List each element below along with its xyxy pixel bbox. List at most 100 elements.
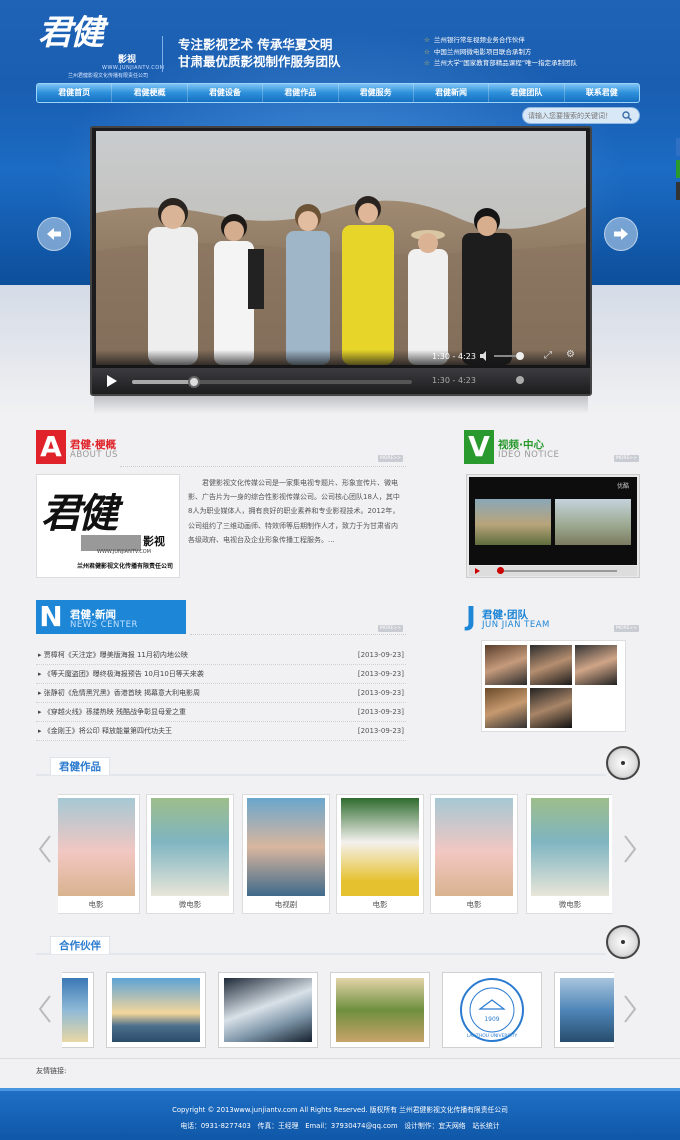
nav-about[interactable]: 君健梗概 (112, 84, 188, 102)
about-logo-sub: 影视 (143, 535, 165, 548)
work-card[interactable]: 电影 (430, 794, 518, 914)
work-card[interactable]: 电视剧 (242, 794, 330, 914)
news-item[interactable]: ▸ 贾樟柯《天注定》曝美版海报 11月初内地公映 [2013-09-23] (36, 646, 406, 665)
site-logo[interactable]: 君健 影视 WWW.JUNJIANTV.COM 兰州君健影视文化传播有限责任公司 (36, 13, 164, 79)
team-photo[interactable] (530, 688, 572, 728)
work-card[interactable]: 电影 (58, 794, 140, 914)
team-photo[interactable] (485, 688, 527, 728)
work-image (341, 798, 419, 896)
nav-team[interactable]: 君健团队 (489, 84, 565, 102)
slider-next-button[interactable] (604, 217, 638, 251)
slogan-line-1: 专注影视艺术 传承华夏文明 (178, 37, 333, 52)
news-item[interactable]: ▸ 《等天魔盗团》曝终极海报预告 10月10日等天来袭 [2013-09-23] (36, 665, 406, 684)
header-divider (162, 36, 163, 72)
time-display: 1:30 - 4:23 (432, 352, 476, 361)
news-more-button[interactable]: MORE>> (378, 625, 403, 632)
volume-knob[interactable] (516, 352, 524, 360)
partner-logo[interactable] (106, 972, 206, 1048)
volume-track[interactable] (494, 355, 516, 357)
nav-news[interactable]: 君健新闻 (414, 84, 490, 102)
video-progress[interactable] (497, 570, 617, 572)
video-thumbnail[interactable]: 优酷 (466, 474, 640, 578)
news-item[interactable]: ▸ 《穿越火线》孫搂热映 残酷战争彰显母爱之重 [2013-09-23] (36, 703, 406, 722)
nav-equipment[interactable]: 君健设备 (188, 84, 264, 102)
nav-home[interactable]: 君健首页 (37, 84, 113, 102)
work-card[interactable]: 电影 (336, 794, 424, 914)
arrow-right-icon (614, 228, 628, 240)
nav-contact[interactable]: 联系君健 (565, 84, 639, 102)
volume-icon[interactable] (480, 351, 490, 361)
video-still (475, 499, 551, 545)
header-news: ☆ 兰州银行常年视频业务合作伙伴 ☆ 中国兰州网微电影项目联合承制方 ☆ 兰州大学“国… (424, 35, 577, 70)
team-more-button[interactable]: MORE>> (614, 625, 639, 632)
play-icon[interactable] (475, 568, 480, 574)
film-reel-icon (606, 746, 640, 780)
news-heading: N 君健·新闻 NEWS CENTER (36, 600, 186, 634)
video-frame (96, 131, 586, 365)
partner-logo[interactable] (330, 972, 430, 1048)
video-controls (469, 566, 637, 576)
video-knob[interactable] (497, 567, 504, 574)
about-more-button[interactable]: MORE>> (378, 455, 403, 462)
settings-icon[interactable]: ⚙ (566, 349, 575, 360)
progress-fill (132, 380, 194, 384)
chevron-right-icon (624, 995, 637, 1023)
works-next-button[interactable] (622, 834, 638, 864)
svg-text:LANZHOU UNIVERSITY: LANZHOU UNIVERSITY (467, 1033, 518, 1039)
partner-lanzhou-university[interactable]: 1909 LANZHOU UNIVERSITY (442, 972, 542, 1048)
work-caption: 电影 (372, 900, 388, 909)
about-heading: A 君健·梗概 ABOUT US (36, 430, 186, 464)
news-item[interactable]: ▸ 《金刚王》将公印 释放能量第四代功夫王 [2013-09-23] (36, 722, 406, 741)
search-input[interactable] (523, 111, 619, 120)
main-nav: 君健首页 君健梗概 君健设备 君健作品 君健服务 君健新闻 君健团队 联系君健 (36, 83, 640, 103)
work-caption: 电视剧 (274, 900, 298, 909)
film-reel-icon (606, 925, 640, 959)
about-en: ABOUT US (70, 450, 118, 460)
video-player[interactable]: 1:30 - 4:23 ⤢ ⚙ 1:30 - 4:23 (90, 126, 592, 396)
progress-track[interactable] (132, 380, 412, 384)
play-icon[interactable] (106, 375, 118, 389)
partners-next-button[interactable] (622, 994, 638, 1024)
works-strip: 电影 微电影 电视剧 电影 电影 微电影 (58, 790, 612, 918)
search-icon[interactable] (619, 108, 635, 123)
works-prev-button[interactable] (37, 834, 53, 864)
header-news-item[interactable]: ☆ 兰州银行常年视频业务合作伙伴 (424, 35, 577, 47)
partners-prev-button[interactable] (37, 994, 53, 1024)
team-photo[interactable] (575, 645, 617, 685)
news-letter: N (36, 600, 66, 634)
logo-mark: 君健 (38, 13, 104, 53)
video-more-button[interactable]: MORE>> (614, 455, 639, 462)
about-logo-company: 兰州君健影视文化传播有限责任公司 (77, 563, 174, 570)
team-en: JUN JIAN TEAM (482, 620, 550, 630)
progress-knob[interactable] (187, 376, 200, 388)
work-caption: 微电影 (178, 900, 202, 909)
works-title: 君健作品 (50, 757, 110, 775)
work-image (531, 798, 609, 896)
fullscreen-icon[interactable]: ⤢ (544, 350, 552, 361)
side-tab[interactable] (676, 182, 680, 200)
side-tab[interactable] (676, 138, 680, 156)
partner-logo[interactable] (554, 972, 614, 1048)
header-news-item[interactable]: ☆ 兰州大学“国家教育部精品课程”唯一指定承制团队 (424, 58, 577, 70)
team-photo[interactable] (530, 645, 572, 685)
nav-works[interactable]: 君健作品 (263, 84, 339, 102)
search-box (522, 107, 640, 124)
slider-prev-button[interactable] (37, 217, 71, 251)
friend-links-label: 友情链接: (36, 1067, 67, 1075)
team-photo[interactable] (485, 645, 527, 685)
player-reflection (94, 396, 588, 414)
header-news-item[interactable]: ☆ 中国兰州网微电影项目联合承制方 (424, 47, 577, 59)
footer-contact: 电话：0931-8277403 传真：王经理 Email：37930474@qq… (180, 1122, 500, 1130)
news-item[interactable]: ▸ 张静初《危情黑咒黑》香港首映 揭幕意大利电影周 [2013-09-23] (36, 684, 406, 703)
svg-text:1909: 1909 (484, 1016, 499, 1023)
news-en: NEWS CENTER (70, 620, 138, 630)
volume-knob[interactable] (516, 376, 524, 384)
work-card[interactable]: 微电影 (526, 794, 612, 914)
video-en: IDEO NOTICE (498, 450, 560, 460)
partner-logo[interactable] (62, 972, 94, 1048)
partner-logo[interactable] (218, 972, 318, 1048)
nav-services[interactable]: 君健服务 (339, 84, 414, 102)
work-card[interactable]: 微电影 (146, 794, 234, 914)
side-tab[interactable] (676, 160, 680, 178)
footer: Copyright © 2013www.junjiantv.com All Ri… (0, 1088, 680, 1140)
